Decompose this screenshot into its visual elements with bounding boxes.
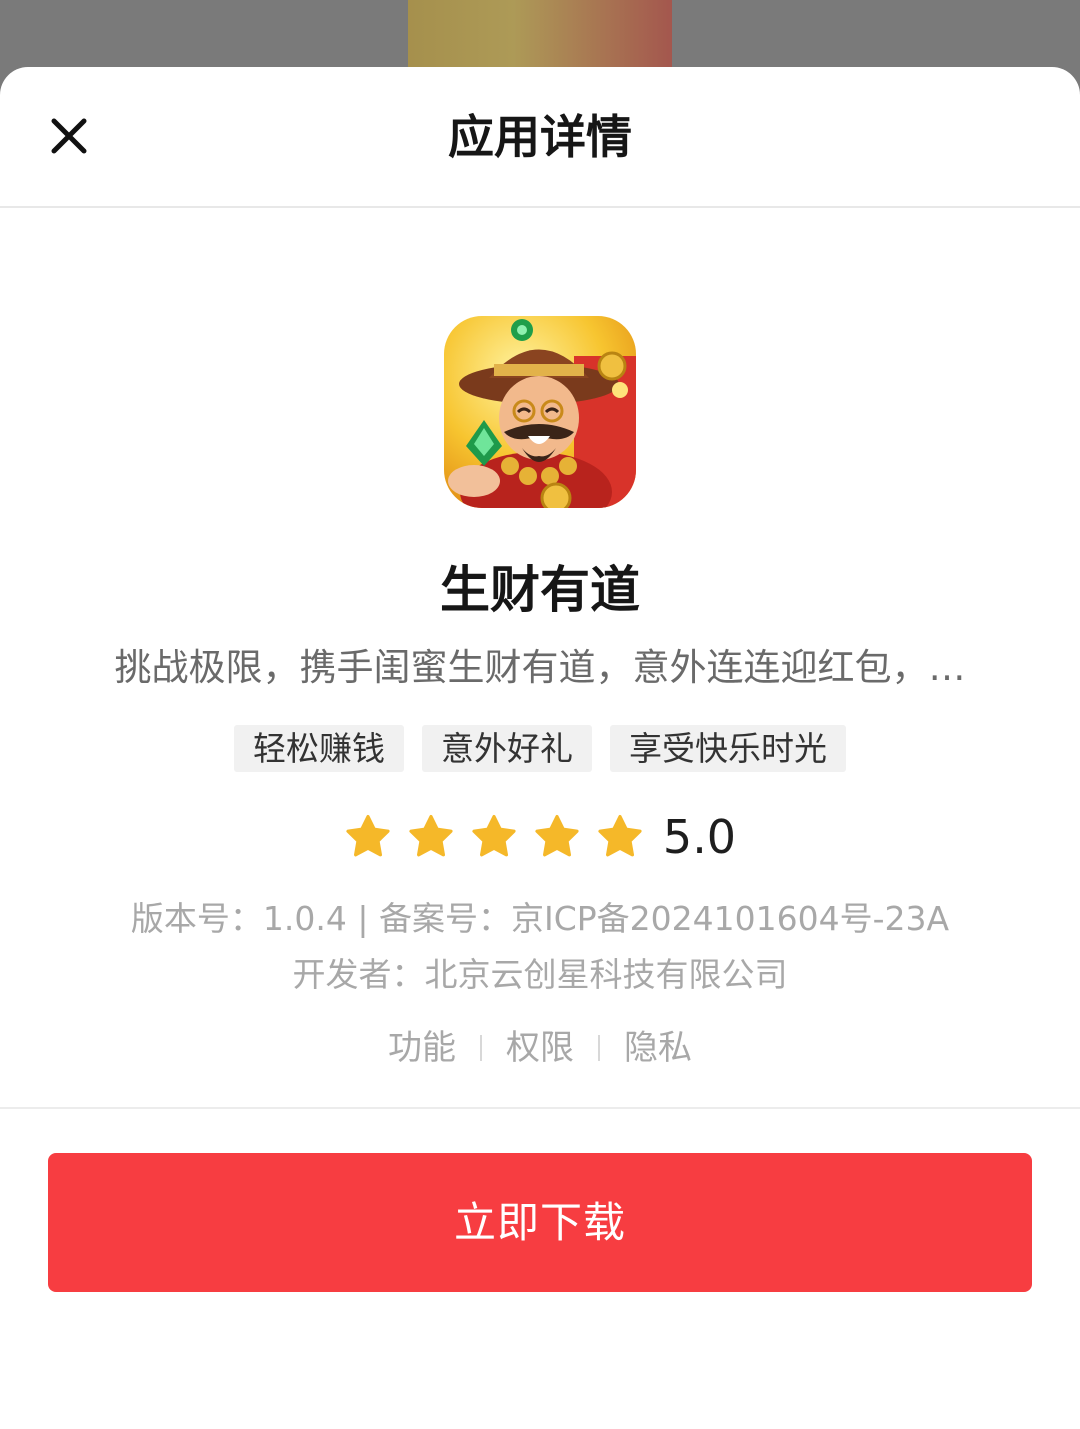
tag-item: 轻松赚钱 bbox=[234, 725, 404, 772]
app-icon bbox=[444, 316, 636, 508]
link-features[interactable]: 功能 bbox=[388, 1023, 456, 1073]
app-name: 生财有道 bbox=[440, 561, 640, 619]
link-separator bbox=[480, 1035, 482, 1061]
developer-info: 开发者：北京云创星科技有限公司 bbox=[292, 955, 788, 994]
version-info: 版本号：1.0.4 | 备案号：京ICP备2024101604号-23A bbox=[130, 899, 950, 938]
divider bbox=[0, 1107, 1080, 1109]
link-separator bbox=[598, 1035, 600, 1061]
info-links: 功能 权限 隐私 bbox=[0, 1023, 1080, 1073]
app-meta: 版本号：1.0.4 | 备案号：京ICP备2024101604号-23A 开发者… bbox=[0, 893, 1080, 1005]
link-privacy[interactable]: 隐私 bbox=[624, 1023, 692, 1073]
star-icon bbox=[346, 815, 390, 857]
app-detail-sheet: 应用详情 生财有道 挑战极限，携手闺蜜生财有道，意外连连迎红包，… 轻松赚钱 意… bbox=[0, 67, 1080, 1429]
tag-item: 享受快乐时光 bbox=[610, 725, 846, 772]
download-button[interactable]: 立即下载 bbox=[48, 1153, 1032, 1292]
page-title: 应用详情 bbox=[448, 110, 632, 164]
link-permissions[interactable]: 权限 bbox=[506, 1023, 574, 1073]
star-icon bbox=[409, 815, 453, 857]
sheet-header: 应用详情 bbox=[0, 67, 1080, 208]
star-icon bbox=[472, 815, 516, 857]
star-icon bbox=[598, 815, 642, 857]
app-logo-image bbox=[444, 316, 636, 508]
rating: 5.0 bbox=[0, 807, 1080, 867]
rating-score: 5.0 bbox=[662, 810, 737, 864]
tag-list: 轻松赚钱 意外好礼 享受快乐时光 bbox=[0, 725, 1080, 772]
tag-item: 意外好礼 bbox=[422, 725, 592, 772]
star-icon bbox=[535, 815, 579, 857]
app-description: 挑战极限，携手闺蜜生财有道，意外连连迎红包，… bbox=[114, 646, 966, 689]
